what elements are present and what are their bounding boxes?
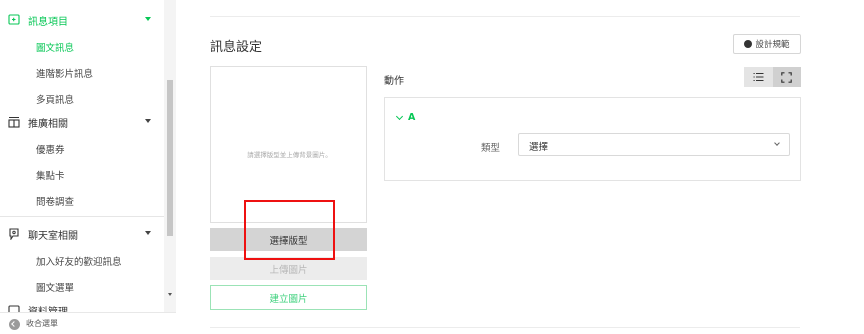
collapse-left-icon [9, 319, 20, 330]
sidebar-section-label: 訊息項目 [28, 17, 68, 28]
list-view-icon [753, 72, 764, 82]
design-guide-button[interactable]: 設計規範 [733, 34, 801, 54]
create-image-button[interactable]: 建立圖片 [210, 285, 367, 310]
design-guide-label: 設計規範 [755, 40, 790, 50]
info-icon [744, 40, 753, 48]
chevron-down-icon [145, 231, 151, 235]
sidebar-item-rich-message[interactable]: 圖文訊息 [0, 34, 164, 58]
sidebar-item-rich-menu[interactable]: 圖文選單 [0, 274, 164, 298]
sidebar-item-rich-video[interactable]: 進階影片訊息 [0, 60, 164, 84]
scroll-down-arrow-icon[interactable] [168, 293, 172, 296]
sidebar-section-label: 推廣相關 [28, 119, 68, 130]
sidebar-scrollbar[interactable] [164, 0, 176, 312]
footer-divider [210, 327, 800, 328]
sidebar-item-label: 加入好友的歡迎訊息 [36, 257, 122, 268]
upload-image-button[interactable]: 上傳圖片 [210, 257, 367, 280]
collapse-menu-label: 收合選單 [26, 319, 58, 328]
action-panel: A 類型 選擇 [384, 97, 801, 181]
collapse-menu-button[interactable]: 收合選單 [0, 312, 176, 334]
sidebar-item-label: 優惠券 [36, 145, 65, 156]
action-label: A [408, 112, 416, 123]
sidebar-item-survey[interactable]: 問卷調查 [0, 188, 164, 212]
sidebar-item-reward-card[interactable]: 集點卡 [0, 162, 164, 186]
chevron-down-icon [145, 17, 151, 21]
view-toggle [744, 67, 801, 87]
sidebar-section-chat[interactable]: 聊天室相關 [0, 222, 164, 246]
sidebar: 訊息項目 圖文訊息 進階影片訊息 多頁訊息 推廣相關 優惠券 集點卡 問卷調查 [0, 0, 176, 334]
sidebar-item-label: 圖文選單 [36, 283, 75, 294]
sidebar-divider [0, 216, 164, 217]
expand-view-icon [781, 71, 793, 83]
list-view-button[interactable] [744, 67, 773, 87]
sidebar-item-label: 圖文訊息 [36, 43, 75, 54]
gift-icon [8, 116, 20, 128]
scrollbar-thumb[interactable] [167, 80, 173, 236]
chevron-down-icon [774, 140, 780, 146]
sidebar-item-label: 問卷調查 [36, 197, 75, 208]
sidebar-section-label: 聊天室相關 [28, 231, 78, 242]
chevron-down-icon [145, 119, 151, 123]
sidebar-item-label: 集點卡 [36, 171, 65, 182]
chat-icon [9, 228, 19, 240]
image-preview-area: 請選擇版型並上傳背景圖片。 [210, 66, 367, 223]
sidebar-section-messages[interactable]: 訊息項目 [0, 8, 164, 32]
preview-hint: 請選擇版型並上傳背景圖片。 [247, 151, 332, 159]
sidebar-item-coupon[interactable]: 優惠券 [0, 136, 164, 160]
sidebar-section-promotion[interactable]: 推廣相關 [0, 110, 164, 134]
chevron-down-icon [395, 112, 404, 120]
sidebar-item-card-message[interactable]: 多頁訊息 [0, 86, 164, 110]
expand-view-button[interactable] [772, 67, 801, 87]
action-section-title: 動作 [384, 76, 404, 87]
message-plus-icon [8, 14, 20, 25]
sidebar-item-label: 多頁訊息 [36, 95, 75, 106]
header-divider [210, 16, 800, 17]
page-title: 訊息設定 [210, 40, 263, 55]
type-select[interactable]: 選擇 [518, 133, 790, 156]
type-label: 類型 [481, 143, 501, 154]
type-select-value: 選擇 [529, 142, 549, 153]
sidebar-section-data[interactable]: 資料管理 [0, 298, 164, 312]
sidebar-section-label: 資料管理 [28, 303, 68, 312]
sidebar-menu: 訊息項目 圖文訊息 進階影片訊息 多頁訊息 推廣相關 優惠券 集點卡 問卷調查 [0, 0, 164, 312]
action-a-header[interactable]: A [395, 112, 416, 123]
sidebar-item-label: 進階影片訊息 [36, 69, 94, 80]
sidebar-item-greeting[interactable]: 加入好友的歡迎訊息 [0, 248, 164, 272]
select-template-button[interactable]: 選擇版型 [210, 228, 367, 251]
data-icon [8, 305, 20, 312]
